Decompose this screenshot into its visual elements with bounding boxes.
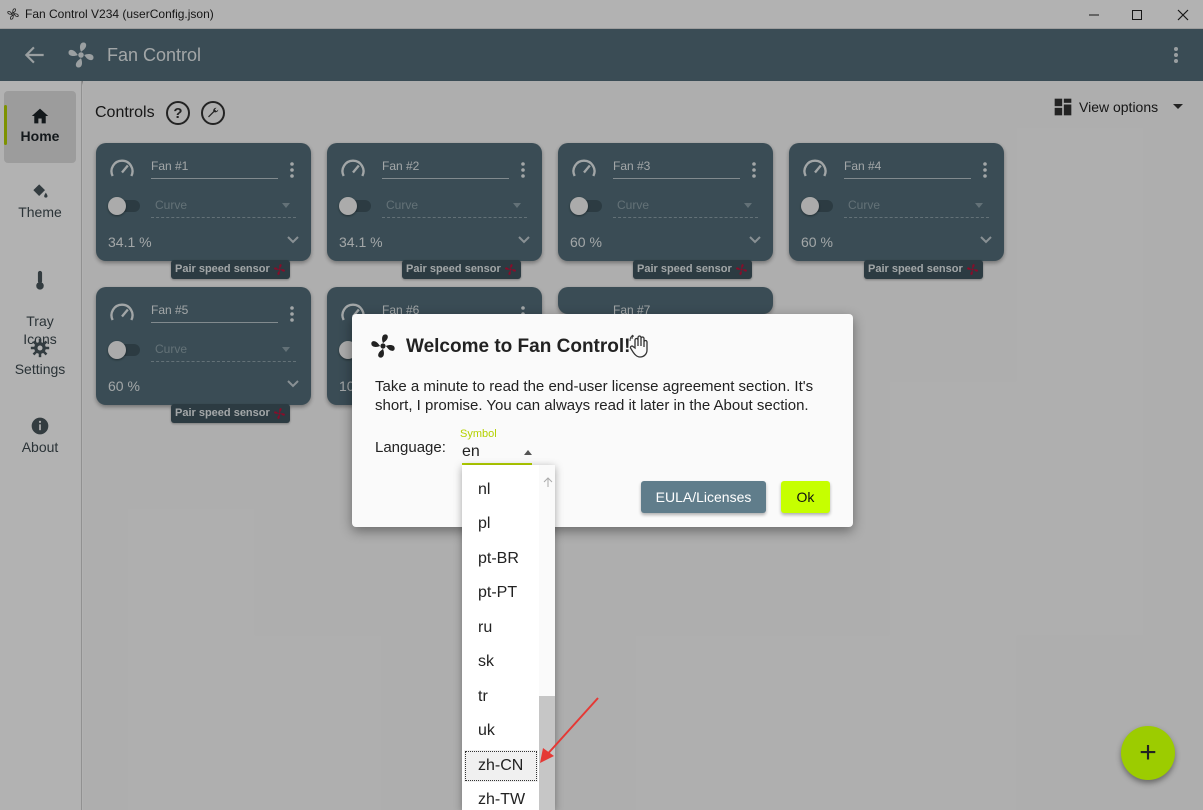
dialog-body: Take a minute to read the end-user licen… xyxy=(375,378,814,414)
dropdown-option-ru[interactable]: ru xyxy=(464,612,538,644)
dropdown-option-pl[interactable]: pl xyxy=(464,508,538,540)
waving-hand-icon xyxy=(629,334,648,358)
dropdown-option-zh-tw[interactable]: zh-TW xyxy=(464,784,538,810)
add-fab-button[interactable]: + xyxy=(1121,726,1175,780)
dialog-title: Welcome to Fan Control! xyxy=(406,336,631,357)
language-value: en xyxy=(462,443,480,460)
dropdown-option-uk[interactable]: uk xyxy=(464,715,538,747)
dropdown-option-tr[interactable]: tr xyxy=(464,681,538,713)
dropdown-option-zh-cn[interactable]: zh-CN xyxy=(464,750,538,782)
eula-licenses-button[interactable]: EULA/Licenses xyxy=(641,481,766,513)
dropdown-option-nl[interactable]: nl xyxy=(464,474,538,506)
symbol-label: Symbol xyxy=(460,428,497,440)
fan-logo-icon xyxy=(371,334,395,358)
language-label: Language: xyxy=(375,439,446,456)
ok-button[interactable]: Ok xyxy=(781,481,830,513)
welcome-dialog: Welcome to Fan Control! Take a minute to… xyxy=(352,314,853,527)
dropdown-option-pt-pt[interactable]: pt-PT xyxy=(464,577,538,609)
annotation-arrow-icon xyxy=(540,697,599,763)
dropdown-option-sk[interactable]: sk xyxy=(464,646,538,678)
language-select[interactable]: en xyxy=(462,443,532,465)
dropdown-option-pt-br[interactable]: pt-BR xyxy=(464,543,538,575)
plus-icon: + xyxy=(1139,736,1157,769)
scroll-up-icon[interactable] xyxy=(542,475,554,489)
caret-up-icon xyxy=(524,450,532,455)
